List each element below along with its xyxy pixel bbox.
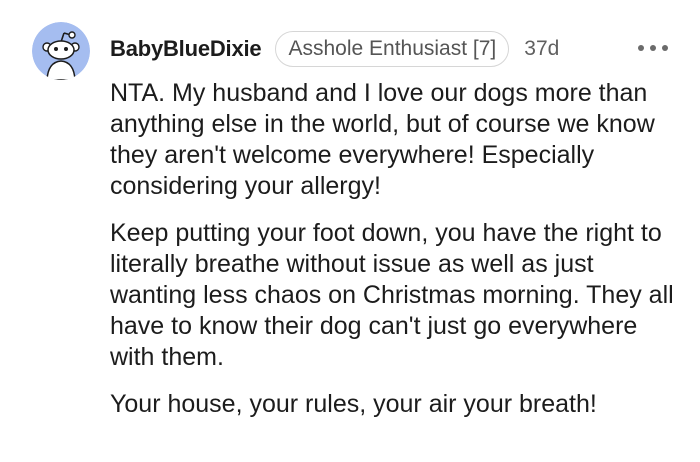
comment-body: NTA. My husband and I love our dogs more… — [110, 78, 676, 436]
more-dot — [662, 45, 668, 51]
comment-paragraph: NTA. My husband and I love our dogs more… — [110, 79, 655, 200]
username[interactable]: BabyBlueDixie — [110, 36, 262, 62]
more-dot — [650, 45, 656, 51]
snoo-avatar-icon — [32, 22, 90, 80]
comment: BabyBlueDixie Asshole Enthusiast [7] 37d… — [0, 0, 700, 462]
more-dot — [638, 45, 644, 51]
comment-header: BabyBlueDixie Asshole Enthusiast [7] 37d — [110, 30, 559, 68]
more-options-icon[interactable] — [638, 42, 668, 54]
avatar[interactable] — [32, 22, 90, 80]
comment-paragraph: Keep putting your foot down, you have th… — [110, 219, 674, 371]
comment-paragraph: Your house, your rules, your air your br… — [110, 390, 597, 418]
comment-age: 37d — [524, 37, 560, 60]
user-flair: Asshole Enthusiast [7] — [275, 31, 510, 67]
